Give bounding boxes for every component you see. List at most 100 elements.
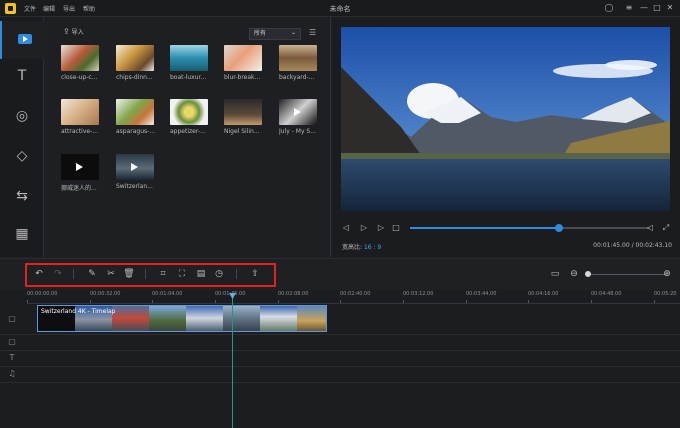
left-rail: T ◎ ◇ ⇆ ▦ xyxy=(0,17,44,257)
progress-bar[interactable] xyxy=(410,224,650,232)
overlay-icon[interactable]: ◇ xyxy=(10,145,34,167)
media-library: ⇪ 导入 所有 ⌄ ☰ close-up-c... chips-dinn... b… xyxy=(45,17,331,257)
media-caption: Switzerlan... xyxy=(116,183,153,190)
media-thumb[interactable] xyxy=(224,45,262,71)
media-thumb[interactable] xyxy=(116,45,154,71)
play-button[interactable]: ▷ xyxy=(358,222,370,234)
redo-icon[interactable]: ↷ xyxy=(52,268,64,280)
filter-icon[interactable]: ◎ xyxy=(10,105,34,127)
play-icon xyxy=(294,108,301,116)
media-icon xyxy=(18,34,32,44)
media-caption: attractive-... xyxy=(61,128,98,135)
transition-icon[interactable]: ⇆ xyxy=(10,185,34,207)
ruler-label: 00:04:48.00 xyxy=(591,291,622,297)
pip-track-icon: ▢ xyxy=(8,337,16,346)
prev-frame-icon[interactable]: ◁ xyxy=(340,222,352,234)
duration-icon[interactable]: ◷ xyxy=(213,268,225,280)
import-button[interactable]: ⇪ 导入 xyxy=(63,27,84,38)
zoom-out-icon[interactable]: ⊖ xyxy=(568,268,580,280)
filter-select[interactable]: 所有 ⌄ xyxy=(249,28,301,40)
progress-fill xyxy=(410,227,559,229)
menu-icon[interactable]: ≡ xyxy=(623,2,635,14)
media-caption: Nigel Silin... xyxy=(224,128,260,135)
ruler-label: 00:02:08.00 xyxy=(278,291,309,297)
volume-icon[interactable]: ◁ xyxy=(644,222,656,234)
fullscreen-icon[interactable]: ⤢ xyxy=(660,222,672,234)
media-caption: asparagus-... xyxy=(116,128,156,135)
media-caption: boat-luxur... xyxy=(170,74,207,81)
menu-edit[interactable]: 编辑 xyxy=(43,4,55,13)
element-icon[interactable]: ▦ xyxy=(10,223,34,245)
aspect-ratio[interactable]: 宽高比: 16 : 9 xyxy=(342,242,381,251)
media-thumb[interactable] xyxy=(224,99,262,125)
play-icon xyxy=(131,163,138,171)
title-bar: 文件 编辑 导出 帮助 未命名 ◯ ≡ — □ ✕ xyxy=(0,0,680,17)
delete-icon[interactable]: 🗑 xyxy=(123,268,135,280)
ruler-label: 00:00:32.00 xyxy=(90,291,121,297)
progress-knob[interactable] xyxy=(554,224,563,232)
import-icon: ⇪ xyxy=(63,27,70,36)
chevron-down-icon: ⌄ xyxy=(290,29,296,36)
clip-label: Switzerland 4K - Timelap xyxy=(41,308,116,315)
zoom-in-icon[interactable]: ⊕ xyxy=(661,268,673,280)
media-thumb[interactable] xyxy=(170,45,208,71)
rail-media[interactable] xyxy=(0,21,44,59)
media-thumb[interactable] xyxy=(61,154,99,180)
mosaic-icon[interactable]: ▤ xyxy=(195,268,207,280)
media-thumb[interactable] xyxy=(279,99,317,125)
media-thumb[interactable] xyxy=(116,154,154,180)
menu-export[interactable]: 导出 xyxy=(63,4,75,13)
aspect-ratio-label: 宽高比 xyxy=(342,244,361,251)
zoom-frame-icon[interactable]: ⛶ xyxy=(176,268,188,280)
timeline-clip[interactable]: Switzerland 4K - Timelap xyxy=(37,305,327,332)
window-title: 未命名 xyxy=(329,5,351,13)
divider xyxy=(145,269,146,279)
ruler-label: 00:04:16.00 xyxy=(528,291,559,297)
menu-file[interactable]: 文件 xyxy=(24,4,36,13)
playhead[interactable] xyxy=(232,294,233,428)
text-icon[interactable]: T xyxy=(10,65,34,87)
maximize-icon[interactable]: □ xyxy=(651,2,663,14)
ruler-label: 00:03:12.00 xyxy=(403,291,434,297)
undo-icon[interactable]: ↶ xyxy=(33,268,45,280)
media-thumb[interactable] xyxy=(170,99,208,125)
split-icon[interactable]: ✂ xyxy=(105,268,117,280)
media-caption: July - My S... xyxy=(279,128,316,135)
zoom-slider[interactable] xyxy=(588,274,666,275)
video-preview[interactable] xyxy=(341,27,670,211)
ruler-label: 00:01:04.00 xyxy=(152,291,183,297)
play-icon xyxy=(76,163,83,171)
stop-icon[interactable]: □ xyxy=(390,222,402,234)
ruler-label: 00:00:00.00 xyxy=(27,291,58,297)
divider xyxy=(73,269,74,279)
text-track: T xyxy=(0,351,680,367)
media-caption: 挪威迷人的... xyxy=(61,185,97,192)
ruler-label: 00:03:44.00 xyxy=(466,291,497,297)
minimize-icon[interactable]: — xyxy=(638,2,650,14)
media-thumb[interactable] xyxy=(61,45,99,71)
zoom-knob[interactable] xyxy=(585,271,591,277)
account-icon[interactable]: ◯ xyxy=(603,2,615,14)
edit-icon[interactable]: ✎ xyxy=(86,268,98,280)
ruler-label: 00:05:20 xyxy=(654,291,677,297)
music-track: ♫ xyxy=(0,367,680,383)
list-view-icon[interactable]: ☰ xyxy=(309,28,319,38)
menu-help[interactable]: 帮助 xyxy=(83,4,95,13)
media-thumb[interactable] xyxy=(61,99,99,125)
export-icon[interactable]: ⇧ xyxy=(249,268,261,280)
fit-timeline-icon[interactable]: ▭ xyxy=(549,268,561,280)
ruler-label: 00:02:40.00 xyxy=(340,291,371,297)
music-track-icon: ♫ xyxy=(8,369,16,378)
pip-track: ▢ xyxy=(0,335,680,351)
preview-frame xyxy=(341,27,670,211)
timeline-ruler[interactable]: 00:00:00.00 00:00:32.00 00:01:04.00 00:0… xyxy=(27,290,680,304)
preview-panel: ◁ ▷ ▷ □ ◁ ⤢ 宽高比: 16 : 9 00:01:45.00 / 00… xyxy=(332,17,680,257)
crop-icon[interactable]: ⌗ xyxy=(157,268,169,280)
media-thumb[interactable] xyxy=(116,99,154,125)
media-thumb[interactable] xyxy=(279,45,317,71)
import-label: 导入 xyxy=(71,29,84,36)
close-icon[interactable]: ✕ xyxy=(664,2,676,14)
app-logo xyxy=(5,3,16,14)
aspect-ratio-value: 16 : 9 xyxy=(363,244,382,251)
next-frame-icon[interactable]: ▷ xyxy=(375,222,387,234)
